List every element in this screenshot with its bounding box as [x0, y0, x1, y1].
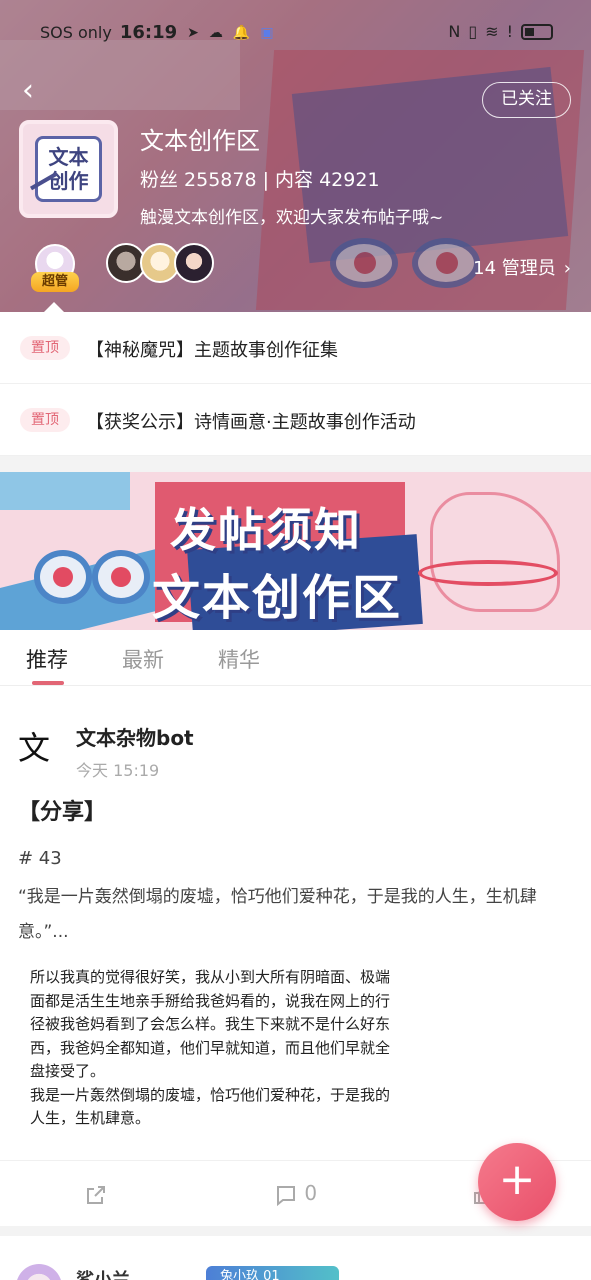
post-image-excerpt[interactable]: 所以我真的觉得很好笑，我从小到大所有阴暗面、极端面都是活生生地亲手掰给我爸妈看的… [30, 966, 390, 1131]
hand-illustration [430, 492, 560, 612]
super-admin-tag: 超管 [31, 272, 79, 292]
share-icon [87, 1185, 105, 1204]
follow-button[interactable]: 已关注 [482, 82, 571, 118]
pointer-arrow [44, 302, 64, 312]
banner-title-line2: 文本创作区 [152, 570, 403, 626]
rules-banner[interactable]: 发帖须知 文本创作区 [0, 472, 591, 630]
tab-latest[interactable]: 最新 [122, 644, 164, 674]
status-bar: SOS only 16:19 ➤ ☁ 🔔 ▣ N ▯ ≋ ! [0, 0, 591, 64]
plus-icon: + [498, 1154, 536, 1205]
tab-recommended[interactable]: 推荐 [26, 644, 68, 674]
divider [0, 1226, 591, 1236]
comment-button[interactable]: 0 [274, 1181, 317, 1207]
back-icon[interactable]: ‹ [22, 76, 46, 106]
post-number: # 43 [18, 848, 62, 869]
telegram-icon: ➤ [187, 24, 199, 41]
battery-icon [521, 23, 553, 40]
post-time: 今天 15:19 [76, 761, 160, 780]
eye-illustration [34, 550, 92, 604]
divider [0, 456, 591, 472]
alert-icon: ! [506, 22, 513, 41]
next-post-card[interactable]: 鲨小兰 兔小玖 01 [0, 1236, 591, 1280]
admin-count-link[interactable]: 14 管理员 › [473, 254, 571, 280]
clock: 16:19 [119, 22, 178, 43]
pinned-post[interactable]: 置顶 【神秘魔咒】主题故事创作征集 [0, 312, 591, 384]
super-admin-avatar[interactable]: 超管 [31, 244, 79, 292]
create-post-button[interactable]: + [478, 1143, 556, 1221]
user-badge: 兔小玖 01 [206, 1266, 339, 1280]
author-name[interactable]: 文本杂物bot [76, 722, 194, 751]
message-icon: ☁ [208, 24, 223, 41]
author-avatar[interactable]: 文 [18, 728, 58, 768]
wifi-icon: ≋ [485, 22, 499, 41]
vibrate-icon: ▯ [468, 22, 478, 41]
pinned-post-title: 【获奖公示】诗情画意·主题故事创作活动 [86, 412, 416, 433]
logo-text-line1: 文本 [48, 145, 89, 169]
pinned-post[interactable]: 置顶 【获奖公示】诗情画意·主题故事创作活动 [0, 384, 591, 456]
forum-stats: 粉丝 255878 | 内容 42921 [140, 169, 380, 191]
avatar [174, 243, 214, 283]
pinned-tag: 置顶 [20, 336, 70, 360]
chevron-right-icon: › [563, 258, 571, 279]
admin-avatars[interactable] [106, 243, 214, 283]
admin-count-text: 14 管理员 [473, 258, 556, 279]
feed-tabs: 推荐 最新 精华 [0, 630, 591, 686]
post-body: “我是一片轰然倒塌的废墟，恰巧他们爱种花，于是我的人生，生机肆意。”... [18, 887, 537, 942]
forum-title: 文本创作区 [140, 127, 260, 155]
active-tab-indicator [32, 681, 64, 685]
author-name[interactable]: 鲨小兰 [76, 1266, 130, 1280]
pinned-post-title: 【神秘魔咒】主题故事创作征集 [86, 340, 338, 361]
eye-illustration [92, 550, 150, 604]
carrier-text: SOS only [40, 23, 112, 42]
comment-count: 0 [304, 1181, 318, 1205]
comment-icon [277, 1185, 295, 1206]
post-title: 【分享】 [18, 800, 107, 825]
forum-description: 触漫文本创作区，欢迎大家发布帖子哦~ [140, 208, 444, 228]
banner-decoration [0, 472, 130, 510]
pinned-tag: 置顶 [20, 408, 70, 432]
app-icon: ▣ [260, 24, 274, 41]
forum-header: SOS only 16:19 ➤ ☁ 🔔 ▣ N ▯ ≋ ! ‹ 已关注 文本 … [0, 0, 591, 312]
tab-featured[interactable]: 精华 [218, 644, 260, 674]
nfc-icon: N [448, 22, 461, 41]
ring-illustration [418, 560, 558, 586]
forum-logo: 文本 创作 [19, 120, 118, 218]
pinned-posts: 置顶 【神秘魔咒】主题故事创作征集 置顶 【获奖公示】诗情画意·主题故事创作活动 [0, 312, 591, 456]
share-button[interactable] [84, 1181, 108, 1207]
banner-title-line1: 发帖须知 [170, 503, 362, 557]
avatar[interactable] [16, 1264, 62, 1280]
bell-icon: 🔔 [232, 24, 251, 41]
